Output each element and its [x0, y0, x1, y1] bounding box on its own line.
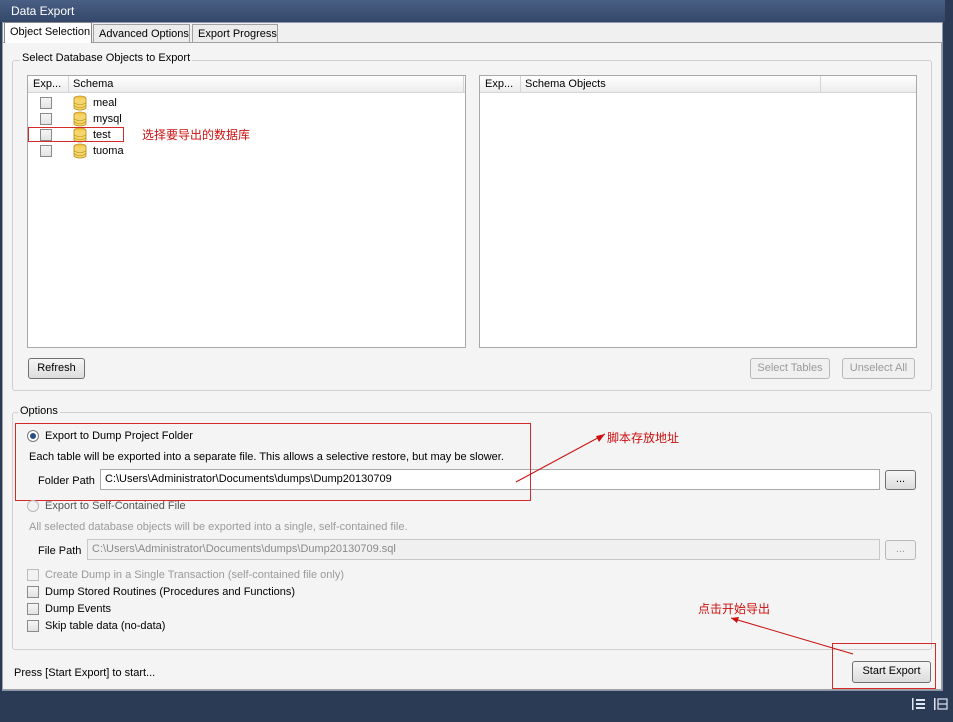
options-group-title: Options	[18, 405, 60, 417]
tab-label: Object Selection	[10, 26, 91, 38]
dump-routines-label[interactable]: Dump Stored Routines (Procedures and Fun…	[45, 586, 295, 598]
schema-objects-list-header: Exp... Schema Objects	[480, 76, 916, 93]
annotation-arrow-icon	[730, 617, 854, 655]
folder-browse-button[interactable]: ...	[885, 470, 916, 490]
bottom-status-strip	[0, 691, 953, 722]
annotation-highlight-test	[28, 127, 124, 142]
database-icon	[73, 111, 87, 127]
tab-object-selection[interactable]: Object Selection	[4, 22, 92, 43]
dump-events-label[interactable]: Dump Events	[45, 603, 111, 615]
annotation-script-path: 脚本存放地址	[607, 431, 680, 445]
dump-events-checkbox[interactable]	[27, 603, 39, 615]
database-icon	[73, 95, 87, 111]
split-view-icon[interactable]	[934, 698, 948, 710]
list-item[interactable]: tuoma	[28, 143, 465, 159]
schema-checkbox[interactable]	[40, 113, 52, 125]
tab-label: Export Progress	[198, 28, 277, 40]
list-item[interactable]: meal	[28, 95, 465, 111]
self-contained-radio-label[interactable]: Export to Self-Contained File	[45, 500, 186, 512]
self-contained-radio[interactable]	[27, 500, 39, 512]
column-header-export[interactable]: Exp...	[33, 78, 61, 90]
schema-name: meal	[93, 97, 117, 109]
column-divider[interactable]	[520, 76, 521, 93]
single-transaction-checkbox[interactable]	[27, 569, 39, 581]
annotation-click-start: 点击开始导出	[698, 602, 771, 616]
column-divider[interactable]	[820, 76, 821, 93]
unselect-all-button[interactable]: Unselect All	[842, 358, 915, 379]
window-titlebar: Data Export	[0, 0, 945, 22]
database-icon	[73, 143, 87, 159]
tab-export-progress[interactable]: Export Progress	[192, 24, 278, 43]
window-title: Data Export	[11, 4, 75, 18]
schema-list-header: Exp... Schema	[28, 76, 465, 93]
schema-name: mysql	[93, 113, 122, 125]
schema-checkbox[interactable]	[40, 97, 52, 109]
select-objects-group-title: Select Database Objects to Export	[20, 52, 193, 64]
schema-name: tuoma	[93, 145, 124, 157]
schema-objects-list[interactable]: Exp... Schema Objects	[479, 75, 917, 348]
status-text: Press [Start Export] to start...	[14, 667, 156, 679]
file-browse-button[interactable]: ...	[885, 540, 916, 560]
list-item[interactable]: mysql	[28, 111, 465, 127]
column-header-export[interactable]: Exp...	[485, 78, 513, 90]
tab-advanced-options[interactable]: Advanced Options	[93, 24, 190, 43]
file-path-input[interactable]: C:\Users\Administrator\Documents\dumps\D…	[87, 539, 880, 560]
refresh-button[interactable]: Refresh	[28, 358, 85, 379]
file-path-label: File Path	[38, 545, 82, 557]
schema-list[interactable]: Exp... Schema meal mysql test tuoma	[27, 75, 466, 348]
skip-table-data-checkbox[interactable]	[27, 620, 39, 632]
column-header-schema-objects[interactable]: Schema Objects	[525, 78, 606, 90]
single-transaction-label[interactable]: Create Dump in a Single Transaction (sel…	[45, 569, 344, 581]
column-divider[interactable]	[463, 76, 464, 93]
annotation-select-db: 选择要导出的数据库	[142, 128, 251, 142]
column-header-schema[interactable]: Schema	[73, 78, 113, 90]
dump-routines-checkbox[interactable]	[27, 586, 39, 598]
annotation-highlight-folder	[15, 423, 531, 501]
annotation-arrow-icon	[515, 433, 606, 483]
schema-checkbox[interactable]	[40, 145, 52, 157]
self-contained-description: All selected database objects will be ex…	[29, 521, 408, 533]
column-divider[interactable]	[68, 76, 69, 93]
list-view-icon[interactable]	[912, 698, 926, 710]
tab-label: Advanced Options	[99, 28, 189, 40]
skip-table-data-label[interactable]: Skip table data (no-data)	[45, 620, 165, 632]
select-tables-button[interactable]: Select Tables	[750, 358, 830, 379]
